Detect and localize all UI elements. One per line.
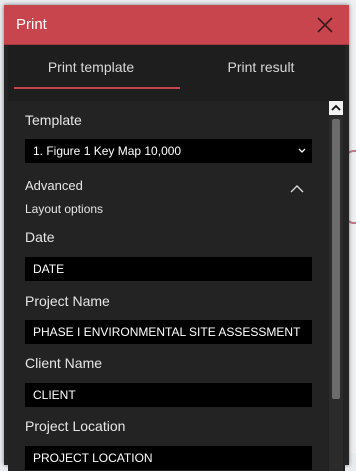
dialog-titlebar: Print (4, 5, 349, 45)
client-name-field[interactable]: CLIENT (25, 383, 312, 407)
vertical-scrollbar[interactable] (329, 101, 343, 471)
project-name-field[interactable]: PHASE I ENVIRONMENTAL SITE ASSESSMENT (25, 320, 312, 344)
template-selected-value: 1. Figure 1 Key Map 10,000 (33, 144, 182, 158)
chevron-down-icon (298, 139, 306, 172)
template-label: Template (25, 112, 82, 128)
scrollbar-thumb[interactable] (332, 119, 340, 399)
print-dialog: Print Print template Print result Templa… (4, 5, 349, 471)
template-select[interactable]: 1. Figure 1 Key Map 10,000 (25, 139, 312, 163)
advanced-toggle-label[interactable]: Advanced (25, 178, 83, 193)
template-form: Template 1. Figure 1 Key Map 10,000 Adva… (8, 101, 345, 471)
map-background (350, 0, 356, 453)
layout-options-heading: Layout options (25, 202, 104, 216)
client-name-label: Client Name (25, 355, 103, 371)
tab-print-template[interactable]: Print template (8, 45, 174, 89)
scroll-up-icon[interactable] (329, 101, 343, 115)
date-label: Date (25, 229, 55, 245)
chevron-up-icon[interactable] (289, 181, 305, 193)
dialog-title: Print (16, 16, 47, 33)
dialog-content: Print template Print result Template 1. … (8, 45, 345, 471)
active-tab-indicator (14, 87, 180, 89)
tab-print-result[interactable]: Print result (178, 45, 344, 89)
project-name-label: Project Name (25, 293, 110, 309)
close-icon[interactable] (315, 15, 335, 35)
project-location-label: Project Location (25, 418, 126, 434)
tab-bar: Print template Print result (8, 45, 345, 89)
project-location-field[interactable]: PROJECT LOCATION (25, 446, 312, 470)
date-field[interactable]: DATE (25, 257, 312, 281)
